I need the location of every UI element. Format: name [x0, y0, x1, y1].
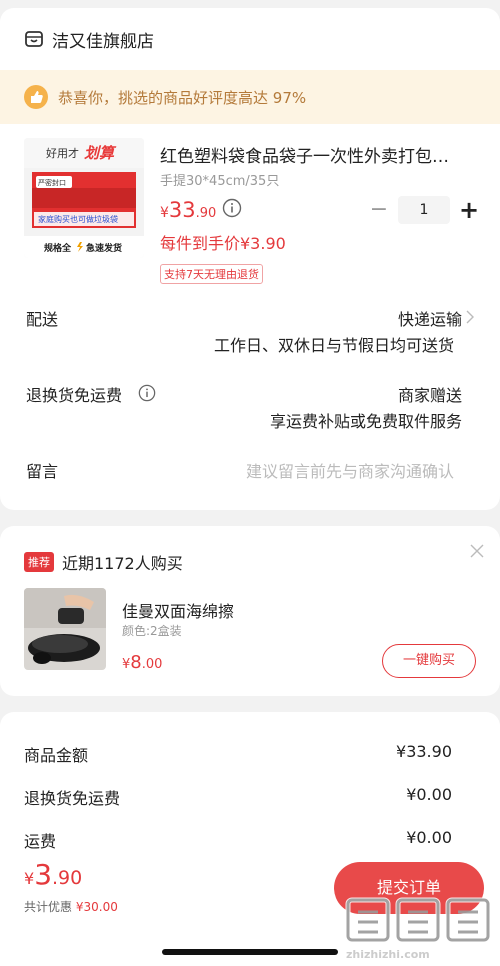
product-spec[interactable]: 手提30*45cm/35只: [160, 170, 279, 189]
summary-label: 退换货免运费: [24, 789, 121, 808]
increase-button[interactable]: +: [458, 198, 480, 222]
message-label: 留言: [26, 462, 59, 481]
price-currency: ¥: [160, 205, 169, 221]
summary-card: 商品金额 ¥33.90 退换货免运费 ¥0.00 运费 ¥0.00 ¥ 3 .9…: [0, 712, 500, 966]
total-currency: ¥: [24, 869, 35, 888]
thumb-badge-text: 好用才: [46, 146, 79, 160]
price-info-icon[interactable]: [222, 198, 242, 218]
recommend-image: [24, 588, 106, 670]
summary-row: 运费 ¥0.00: [24, 828, 452, 852]
summary-value: ¥33.90: [396, 742, 452, 761]
recommend-tag: 推荐: [24, 552, 54, 572]
product-row: 好用才 划算 严密封口 家庭购买也可做垃圾袋 规格全 急速发货 红色塑料袋食品袋…: [0, 124, 500, 284]
close-icon[interactable]: [470, 544, 484, 558]
summary-row: 退换货免运费 ¥0.00: [24, 785, 452, 809]
home-indicator: [162, 949, 338, 955]
summary-value: ¥0.00: [406, 828, 452, 847]
total-discount: 共计优惠 ¥30.00: [24, 898, 118, 915]
delivery-method: 快递运输: [397, 310, 462, 329]
delivery-detail: 工作日、双休日与节假日均可送货: [213, 336, 454, 355]
discount-label: 共计优惠: [24, 900, 73, 914]
watermark-text: zhizhizhi.com: [346, 948, 430, 961]
summary-label: 商品金额: [24, 746, 89, 765]
quantity-stepper: − 1 +: [368, 196, 480, 224]
return-insurance-value: 商家赠送: [397, 386, 462, 405]
price-decimal: .90: [195, 206, 217, 221]
thumbs-up-icon: [24, 85, 48, 109]
summary-label: 运费: [24, 832, 57, 851]
store-card: 洁又佳旗舰店 恭喜你，挑选的商品好评度高达 97% 好用才 划算 严密封口 家庭…: [0, 8, 500, 510]
delivery-label: 配送: [26, 310, 59, 329]
total-integer: 3: [34, 858, 53, 891]
total-decimal: .90: [52, 867, 83, 889]
store-icon: [25, 31, 43, 47]
decrease-button[interactable]: −: [368, 199, 390, 221]
thumb-caption: 家庭购买也可做垃圾袋: [38, 214, 118, 224]
rec-price-currency: ¥: [122, 657, 131, 672]
recommend-thumbnail[interactable]: [24, 588, 106, 670]
praise-bar: 恭喜你，挑选的商品好评度高达 97%: [0, 70, 500, 124]
praise-text: 恭喜你，挑选的商品好评度高达 97%: [58, 88, 307, 107]
rec-price-decimal: .00: [141, 657, 163, 672]
recommend-card: 推荐 近期1172人购买 佳曼双面海绵擦 颜色:2盒装 ¥ 8 .00 一键购买: [0, 526, 500, 696]
recommend-title[interactable]: 佳曼双面海绵擦: [122, 598, 234, 622]
thumb-badge-em: 划算: [84, 144, 117, 162]
product-thumbnail[interactable]: 好用才 划算 严密封口 家庭购买也可做垃圾袋 规格全 急速发货: [24, 138, 144, 258]
thumb-bottom-a: 规格全: [44, 242, 72, 254]
hand-price: 每件到手价¥3.90: [160, 234, 286, 253]
info-icon[interactable]: [138, 384, 156, 402]
product-image: 好用才 划算 严密封口 家庭购买也可做垃圾袋 规格全 急速发货: [24, 138, 144, 258]
return-insurance-row: 退换货免运费 商家赠送 享运费补贴或免费取件服务: [0, 380, 500, 440]
quantity-input[interactable]: 1: [398, 196, 450, 224]
message-input[interactable]: 建议留言前先与商家沟通确认: [246, 458, 454, 482]
store-name: 洁又佳旗舰店: [52, 31, 154, 52]
thumb-seal-text: 严密封口: [38, 178, 66, 187]
recommend-price: ¥ 8 .00: [122, 652, 162, 673]
product-title[interactable]: 红色塑料袋食品袋子一次性外卖打包…: [160, 142, 460, 167]
watermark-logo: [345, 897, 491, 943]
price-integer: 33: [168, 198, 196, 222]
recommend-text: 近期1172人购买: [62, 554, 183, 573]
chevron-right-icon: [466, 310, 474, 324]
recommend-spec: 颜色:2盒装: [122, 624, 182, 638]
return-policy-tag: 支持7天无理由退货: [160, 264, 263, 284]
recommend-header: 推荐 近期1172人购买: [24, 550, 183, 574]
summary-value: ¥0.00: [406, 785, 452, 804]
return-insurance-detail: 享运费补贴或免费取件服务: [269, 412, 462, 431]
message-row: 留言 建议留言前先与商家沟通确认: [0, 456, 500, 486]
return-insurance-label: 退换货免运费: [26, 386, 123, 405]
product-price: ¥ 33 .90: [160, 198, 216, 222]
total-price: ¥ 3 .90: [24, 858, 82, 891]
store-header[interactable]: 洁又佳旗舰店: [0, 8, 500, 70]
rec-price-integer: 8: [130, 652, 142, 673]
thumb-bottom-b: 急速发货: [86, 242, 122, 254]
discount-value: ¥30.00: [75, 900, 118, 914]
delivery-row[interactable]: 配送 快递运输 工作日、双休日与节假日均可送货: [0, 300, 500, 370]
summary-row: 商品金额 ¥33.90: [24, 742, 452, 766]
one-click-buy-button[interactable]: 一键购买: [382, 644, 476, 678]
